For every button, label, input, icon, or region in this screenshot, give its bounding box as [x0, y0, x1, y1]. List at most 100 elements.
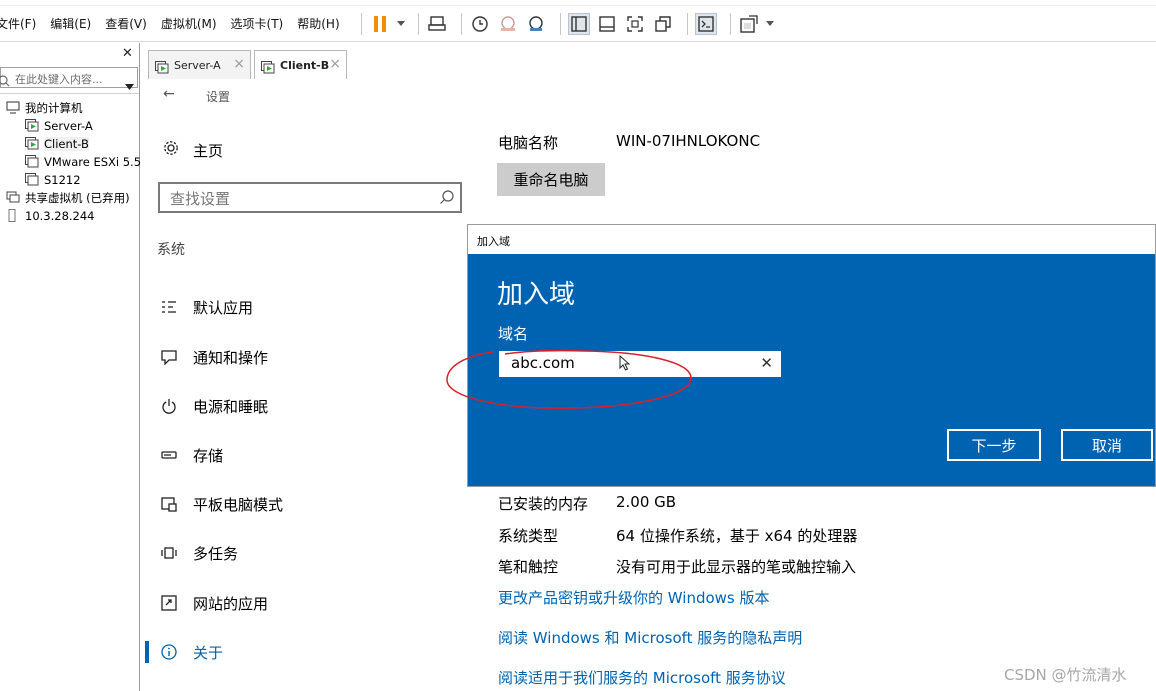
spec-value-memory: 2.00 GB — [616, 493, 677, 511]
dialog-titlebar[interactable]: 加入域 — [468, 225, 1155, 254]
tab-client-b[interactable]: Client-B × — [254, 50, 347, 80]
settings-search-placeholder: 查找设置 — [170, 190, 231, 208]
tree-item-label: Client-B — [44, 136, 89, 151]
menu-vm[interactable]: 虚拟机(M) — [161, 15, 217, 32]
link-privacy-statement[interactable]: 阅读 Windows 和 Microsoft 服务的隐私声明 — [498, 627, 802, 648]
next-button[interactable]: 下一步 — [947, 429, 1041, 461]
nav-tablet-mode[interactable]: 平板电脑模式 — [160, 492, 283, 516]
unity-icon[interactable] — [652, 13, 674, 35]
nav-label: 通知和操作 — [193, 348, 269, 367]
nav-label: 关于 — [193, 643, 224, 662]
snapshot-icon[interactable] — [469, 13, 491, 35]
vm-running-icon — [155, 59, 169, 73]
menu-help[interactable]: 帮助(H) — [297, 15, 339, 32]
library-panel: ✕ 在此处键入内容... 我的计算机 Server-A Client-B VMw… — [0, 43, 141, 691]
nav-multitasking[interactable]: 多任务 — [160, 541, 238, 565]
chevron-down-icon[interactable] — [125, 75, 134, 94]
tree-item-remote-server[interactable]: 10.3.28.244 — [6, 207, 95, 224]
tree-item-label: VMware ESXi 5.5 — [44, 154, 142, 169]
toolbar-separator — [729, 12, 731, 35]
dialog-heading: 加入域 — [497, 280, 576, 310]
chevron-down-icon[interactable] — [765, 13, 774, 35]
revert-snapshot-icon[interactable] — [497, 13, 519, 35]
spec-key-pen-touch: 笔和触控 — [498, 558, 559, 576]
tab-label: Server-A — [174, 58, 221, 72]
library-divider — [0, 93, 139, 94]
back-arrow-icon[interactable]: ← — [163, 86, 175, 102]
dialog-window-title: 加入域 — [477, 235, 510, 248]
clear-icon[interactable]: ✕ — [760, 354, 773, 372]
search-icon[interactable] — [439, 189, 455, 209]
nav-default-apps[interactable]: 默认应用 — [160, 295, 253, 319]
computer-icon — [6, 101, 20, 114]
snapshot-manager-icon[interactable] — [525, 13, 547, 35]
library-view-icon[interactable] — [567, 12, 590, 35]
tab-label: Client-B — [280, 59, 330, 72]
nav-apps-for-websites[interactable]: 网站的应用 — [160, 591, 268, 615]
toolbar-separator — [559, 12, 561, 35]
toolbar-separator — [360, 12, 362, 35]
settings-home-link[interactable]: 主页 — [162, 139, 223, 161]
tree-item-shared-vms[interactable]: 共享虚拟机 (已弃用) — [6, 189, 130, 206]
menubar: 文件(F) 编辑(E) 查看(V) 虚拟机(M) 选项卡(T) 帮助(H) — [0, 6, 1156, 42]
menu-tabs[interactable]: 选项卡(T) — [231, 15, 284, 32]
nav-about[interactable]: 关于 — [160, 640, 223, 664]
spec-value-pen-touch: 没有可用于此显示器的笔或触控输入 — [616, 558, 857, 576]
stretch-icon[interactable] — [738, 13, 760, 35]
nav-storage[interactable]: 存储 — [160, 443, 223, 467]
apps-for-websites-icon — [160, 594, 178, 612]
tree-item-esxi[interactable]: VMware ESXi 5.5 — [25, 153, 141, 170]
menu-edit[interactable]: 编辑(E) — [50, 15, 91, 32]
pc-name-label: 电脑名称 — [498, 134, 559, 152]
cancel-button[interactable]: 取消 — [1061, 429, 1153, 461]
watermark: CSDN @竹流清水 — [1004, 666, 1127, 684]
nav-label: 电源和睡眠 — [193, 397, 269, 416]
vm-running-icon — [261, 59, 275, 74]
fullscreen-icon[interactable] — [624, 13, 646, 35]
vm-icon — [25, 173, 39, 186]
nav-label: 平板电脑模式 — [193, 495, 284, 514]
nav-label: 多任务 — [193, 544, 239, 563]
tab-server-a[interactable]: Server-A × — [148, 50, 251, 79]
tree-item-s1212[interactable]: S1212 — [25, 171, 81, 188]
nav-active-indicator — [145, 641, 149, 663]
tree-item-label: 共享虚拟机 (已弃用) — [25, 190, 130, 205]
tree-item-client-b[interactable]: Client-B — [25, 135, 89, 152]
nav-power[interactable]: 电源和睡眠 — [160, 394, 268, 418]
menu-file[interactable]: 文件(F) — [0, 15, 36, 32]
power-icon — [160, 397, 178, 415]
nav-label: 网站的应用 — [193, 594, 269, 613]
nav-notifications[interactable]: 通知和操作 — [160, 345, 268, 369]
info-icon — [160, 643, 178, 661]
rename-pc-button[interactable]: 重命名电脑 — [497, 163, 605, 196]
server-icon — [6, 209, 20, 222]
close-icon[interactable]: ✕ — [122, 46, 133, 61]
spec-key-memory: 已安装的内存 — [498, 495, 589, 513]
search-icon — [0, 72, 10, 91]
settings-window-title: 设置 — [206, 90, 231, 104]
link-services-agreement[interactable]: 阅读适用于我们服务的 Microsoft 服务协议 — [498, 667, 786, 688]
toolbar-separator — [460, 12, 462, 35]
link-change-product-key[interactable]: 更改产品密钥或升级你的 Windows 版本 — [498, 587, 770, 608]
pause-icon[interactable] — [369, 13, 391, 35]
spec-key-system-type: 系统类型 — [498, 527, 559, 545]
tree-item-label: 10.3.28.244 — [25, 208, 95, 223]
library-search-placeholder: 在此处键入内容... — [15, 73, 103, 86]
thumbnail-view-icon[interactable] — [596, 13, 618, 35]
chevron-down-icon[interactable] — [396, 13, 405, 35]
tablet-mode-icon — [160, 495, 178, 513]
tree-item-my-computer[interactable]: 我的计算机 — [6, 99, 83, 116]
tree-item-server-a[interactable]: Server-A — [25, 117, 93, 134]
storage-icon — [160, 446, 178, 464]
notifications-icon — [160, 348, 178, 366]
menu-view[interactable]: 查看(V) — [105, 15, 147, 32]
close-icon[interactable]: × — [233, 56, 245, 72]
multitasking-icon — [160, 544, 178, 562]
close-icon[interactable]: × — [329, 56, 341, 72]
send-ctrl-alt-del-icon[interactable] — [426, 13, 448, 35]
library-search-input[interactable]: 在此处键入内容... — [0, 67, 138, 91]
console-icon[interactable] — [694, 12, 717, 35]
settings-search-input[interactable]: 查找设置 — [158, 182, 462, 213]
toolbar-separator — [686, 12, 688, 35]
domain-field-label: 域名 — [498, 325, 529, 343]
